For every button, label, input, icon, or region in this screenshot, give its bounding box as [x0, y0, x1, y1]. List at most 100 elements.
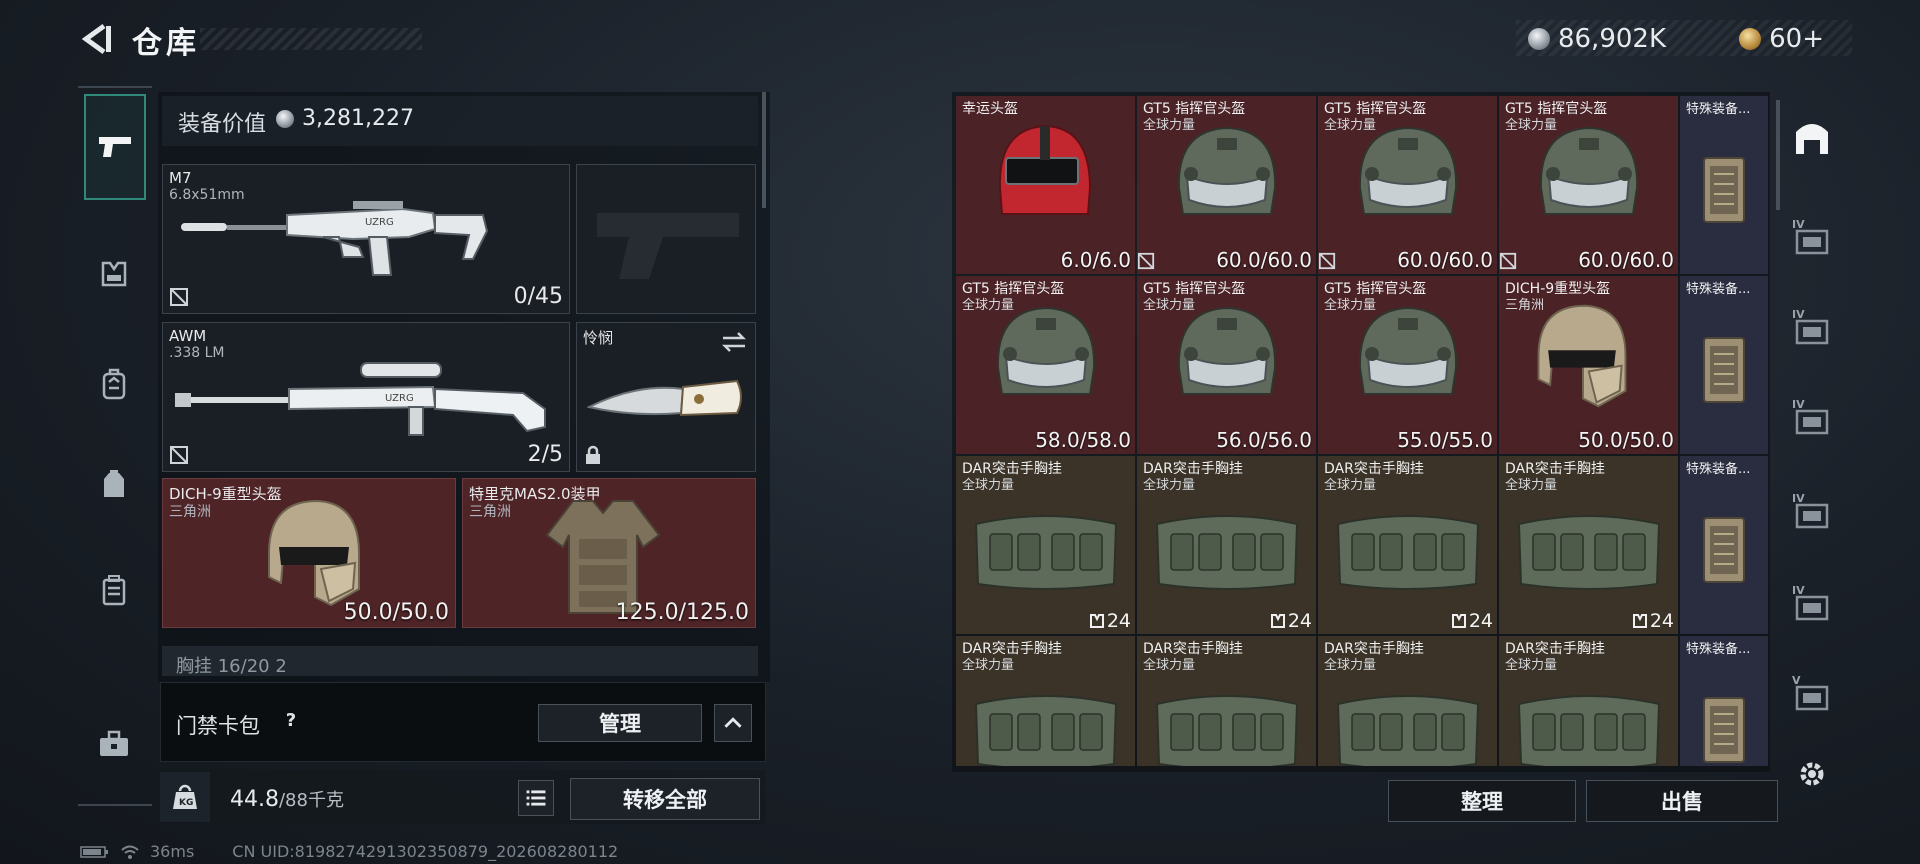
capacity-icon	[1632, 614, 1647, 628]
help-button[interactable]: ?	[280, 710, 302, 732]
pistol-slot-empty[interactable]	[576, 164, 756, 314]
back-button[interactable]	[80, 22, 114, 56]
helmet-durability: 50.0/50.0	[343, 600, 449, 625]
item-capacity-value: 24	[1106, 610, 1131, 632]
inventory-item[interactable]: DAR突击手胸挂 全球力量 24	[1318, 456, 1497, 634]
item-source: 三角洲	[1505, 298, 1545, 313]
swap-arrows-icon[interactable]	[721, 331, 747, 353]
item-source: 全球力量	[1143, 298, 1196, 313]
special-equipment-case[interactable]: 特殊装备...	[1680, 276, 1768, 454]
special-equipment-case[interactable]: 特殊装备...	[1680, 96, 1768, 274]
item-capacity-value: 24	[1287, 610, 1312, 632]
currency-area: 86,902K 60+	[1516, 20, 1852, 56]
equipment-case-icon	[1703, 517, 1745, 583]
pistol-icon	[99, 137, 131, 157]
toolbox-icon	[100, 730, 128, 756]
storage-nav-item[interactable]	[1790, 116, 1834, 160]
silver-coin-icon	[276, 110, 294, 128]
primary-weapon-slot[interactable]: M7 6.8x51mm UZRG 0/45	[162, 164, 570, 314]
equipment-value: 3,281,227	[302, 106, 414, 131]
sort-button[interactable]: 整理	[1388, 780, 1576, 822]
equipment-case-icon	[1703, 157, 1745, 223]
item-source: 全球力量	[1505, 118, 1558, 133]
inventory-item[interactable]: GT5 指挥官头盔 全球力量 60.0/60.0	[1318, 96, 1497, 274]
wifi-icon	[121, 845, 139, 859]
special-equipment-case[interactable]: 特殊装备...	[1680, 636, 1768, 766]
silver-coin-icon	[1527, 28, 1550, 50]
sell-button[interactable]: 出售	[1586, 780, 1778, 822]
nav-weapons[interactable]	[84, 94, 146, 200]
armor-vest-icon	[101, 261, 127, 287]
armor-source: 三角洲	[469, 504, 511, 520]
nav-chest-rig[interactable]	[86, 456, 142, 512]
storage-level: V	[1792, 674, 1801, 687]
item-source: 全球力量	[1324, 298, 1377, 313]
inventory-item[interactable]: DAR突击手胸挂 全球力量	[1137, 636, 1316, 766]
dar-chest-rig-icon	[1336, 515, 1480, 590]
nav-case[interactable]	[86, 562, 142, 618]
item-capacity-value: 24	[1649, 610, 1674, 632]
inventory-item[interactable]: GT5 指挥官头盔 全球力量 58.0/58.0	[956, 276, 1135, 454]
storage-nav-item[interactable]	[1790, 752, 1834, 796]
helmet-slot[interactable]: DICH-9重型头盔 三角洲 50.0/50.0	[162, 478, 456, 628]
gt5-helmet-icon	[1358, 126, 1458, 215]
gt5-helmet-icon	[1177, 126, 1277, 215]
collapse-button[interactable]	[714, 704, 752, 742]
storage-nav-item[interactable]: IV	[1790, 398, 1834, 442]
inventory-item[interactable]: 幸运头盔 6.0/6.0	[956, 96, 1135, 274]
item-source: 全球力量	[962, 478, 1015, 493]
inventory-item[interactable]: DAR突击手胸挂 全球力量 24	[1137, 456, 1316, 634]
weapon-name: AWM	[169, 327, 207, 345]
no-insurance-icon	[1318, 252, 1336, 270]
inventory-item[interactable]: DAR突击手胸挂 全球力量	[1499, 636, 1678, 766]
secondary-weapon-slot[interactable]: AWM .338 LM UZRG 2/5	[162, 322, 570, 472]
chest-rig-row[interactable]: 胸挂 16/20 2	[162, 646, 758, 676]
inventory-item[interactable]: DICH-9重型头盔 三角洲 50.0/50.0	[1499, 276, 1678, 454]
title-decoration	[200, 28, 422, 50]
item-name: 特殊装备...	[1686, 102, 1751, 117]
inventory-item[interactable]: GT5 指挥官头盔 全球力量 60.0/60.0	[1137, 96, 1316, 274]
list-view-button[interactable]	[518, 780, 554, 816]
storage-nav-item[interactable]: IV	[1790, 308, 1834, 352]
warehouse-scrollbar[interactable]	[1776, 100, 1780, 210]
storage-nav-item[interactable]: IV	[1790, 492, 1834, 536]
item-name: 幸运头盔	[962, 101, 1018, 117]
dich9-helmet-icon	[1537, 304, 1627, 408]
item-durability: 60.0/60.0	[1216, 248, 1312, 272]
no-insurance-icon	[1499, 252, 1517, 270]
armor-slot[interactable]: 特里克MAS2.0装甲 三角洲 125.0/125.0	[462, 478, 756, 628]
manage-button[interactable]: 管理	[538, 704, 702, 742]
inventory-item[interactable]: GT5 指挥官头盔 全球力量 55.0/55.0	[1318, 276, 1497, 454]
storage-level: IV	[1792, 492, 1805, 505]
nav-backpack[interactable]	[86, 356, 142, 412]
dar-chest-rig-icon	[974, 695, 1118, 766]
melee-slot[interactable]: 怜悯	[576, 322, 756, 472]
item-source: 全球力量	[1143, 118, 1196, 133]
inventory-item[interactable]: DAR突击手胸挂 全球力量	[956, 636, 1135, 766]
ping-value: 36ms	[150, 842, 195, 861]
loadout-scrollbar[interactable]	[762, 92, 766, 208]
inventory-item[interactable]: GT5 指挥官头盔 全球力量 56.0/56.0	[1137, 276, 1316, 454]
kg-weight-icon: KG	[173, 784, 197, 809]
storage-nav-item[interactable]: IV	[1790, 584, 1834, 628]
currency-secondary-value[interactable]: 60+	[1769, 24, 1824, 54]
capacity-icon	[1451, 614, 1466, 628]
nav-armor[interactable]	[86, 246, 142, 302]
carry-weight: 44.8/88千克	[230, 786, 344, 812]
storage-nav-item[interactable]: V	[1790, 674, 1834, 718]
storage-nav-item[interactable]: IV	[1790, 218, 1834, 262]
nav-toolbox[interactable]	[86, 716, 142, 772]
knife-icon	[587, 379, 742, 417]
inventory-item[interactable]: DAR突击手胸挂 全球力量 24	[1499, 456, 1678, 634]
storage-level: IV	[1792, 218, 1805, 231]
chest-rig-row-label: 胸挂 16/20 2	[176, 656, 287, 676]
svg-text:KG: KG	[179, 798, 193, 808]
chevron-up-icon	[724, 717, 742, 728]
inventory-item[interactable]: DAR突击手胸挂 全球力量	[1318, 636, 1497, 766]
transfer-all-button[interactable]: 转移全部	[570, 778, 760, 820]
inventory-item[interactable]: DAR突击手胸挂 全球力量 24	[956, 456, 1135, 634]
item-source: 全球力量	[1505, 478, 1558, 493]
special-equipment-case[interactable]: 特殊装备...	[1680, 456, 1768, 634]
inventory-item[interactable]: GT5 指挥官头盔 全球力量 60.0/60.0	[1499, 96, 1678, 274]
gt5-helmet-icon	[1177, 306, 1277, 395]
